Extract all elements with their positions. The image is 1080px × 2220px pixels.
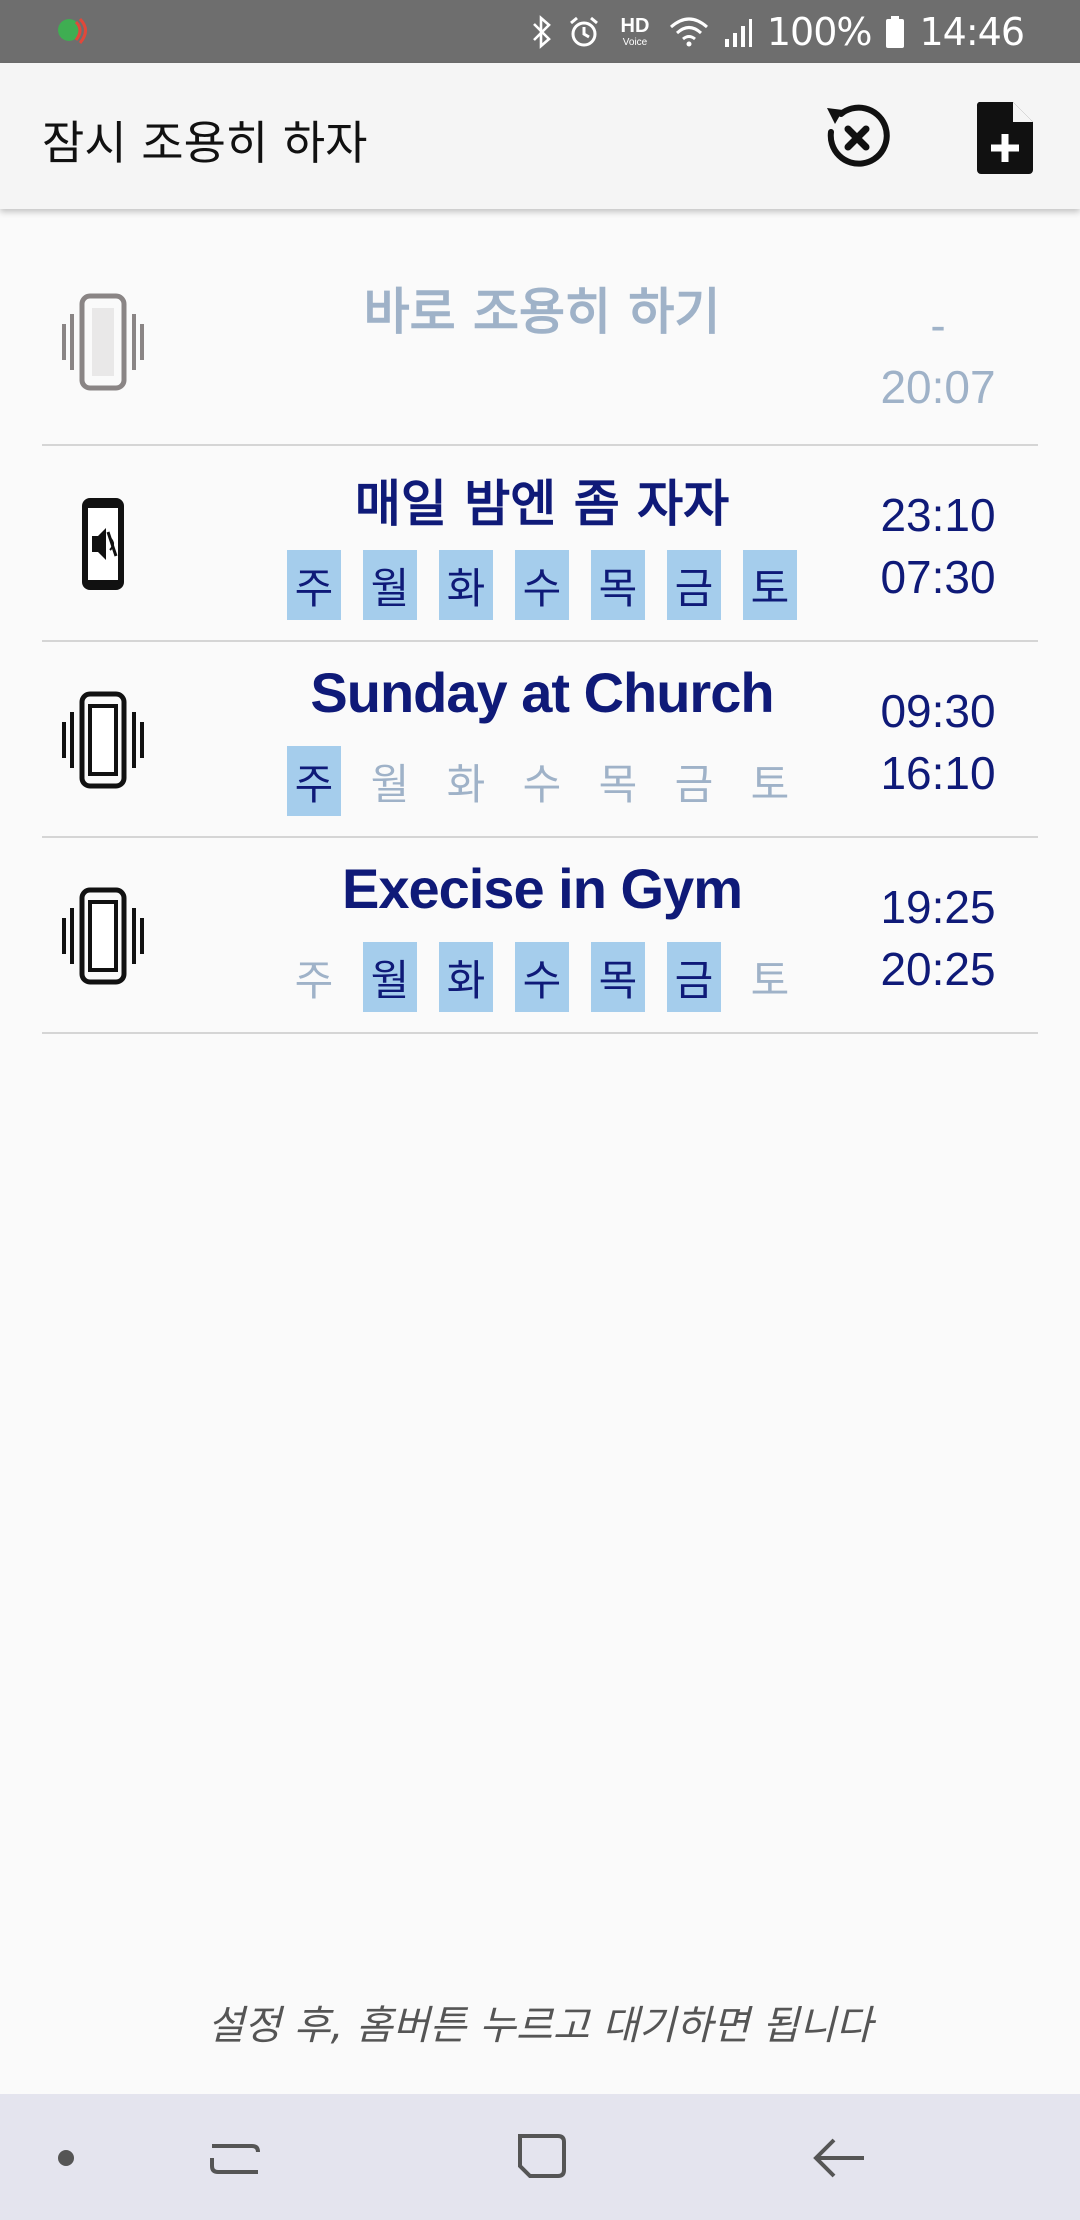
day-sat: 토 [750,955,790,1005]
day-selector: 주 월 화 수 목 금 토 [162,746,922,816]
day-mon: 월 [370,759,410,809]
recent-apps-icon[interactable] [206,2132,266,2184]
day-selector: 주 월 화 수 목 금 토 [162,550,922,620]
footer-hint: 설정 후, 홈버튼 누르고 대기하면 됩니다 [207,2003,873,2049]
day-sat: 토 [750,759,790,809]
schedule-title: 바로 조용히 하기 [363,283,721,341]
day-wed: 수 [522,759,562,809]
day-sun: 주 [294,955,334,1005]
add-file-icon [976,102,1033,174]
day-selector: 주 월 화 수 목 금 토 [162,942,922,1012]
home-icon[interactable] [510,2132,570,2184]
vibrate-phone-icon [62,887,144,985]
reset-button[interactable] [812,93,902,183]
schedule-title: Execise in Gym [341,857,743,920]
schedule-times: 09:30 16:10 [868,680,1008,804]
schedule-item-instant[interactable]: 바로 조용히 하기 - 20:07 [42,210,1038,446]
day-thu: 목 [598,759,638,809]
svg-text:Voice: Voice [623,37,648,48]
day-sat: 토 [743,550,797,620]
schedule-title: 매일 밤엔 좀 자자 [354,475,730,533]
navigation-bar [0,2094,1080,2220]
status-time: 14:46 [919,9,1025,54]
day-tue: 화 [439,942,493,1012]
end-time: 20:25 [880,943,996,995]
app-title: 잠시 조용히 하자 [42,116,368,170]
add-schedule-button[interactable] [960,93,1050,183]
vibrate-phone-icon [62,691,144,789]
back-icon[interactable] [810,2132,870,2184]
end-time: 07:30 [880,551,996,603]
day-fri: 금 [667,942,721,1012]
day-mon: 월 [363,550,417,620]
app-notification-icon [58,17,87,44]
day-wed: 수 [515,550,569,620]
battery-percent: 100% [766,9,873,54]
schedule-item-gym[interactable]: Execise in Gym 주 월 화 수 목 금 토 19:25 20:25 [42,838,1038,1034]
end-time: 16:10 [880,747,996,799]
status-icons: HD Voice 100% 14:46 [531,8,1025,55]
signal-icon [724,18,752,47]
schedule-item-night[interactable]: 매일 밤엔 좀 자자 주 월 화 수 목 금 토 23:10 07:30 [42,446,1038,642]
alarm-icon [569,16,598,46]
reset-cancel-icon [827,104,890,167]
schedule-title: Sunday at Church [310,661,774,724]
hd-voice-icon: HD Voice [620,15,649,48]
schedule-times: 19:25 20:25 [868,876,1008,1000]
schedule-times: - 20:07 [868,294,1008,418]
day-mon: 월 [363,942,417,1012]
day-thu: 목 [591,550,645,620]
bluetooth-icon [532,14,551,49]
start-time: 09:30 [880,685,996,737]
muted-phone-icon [82,498,124,590]
day-fri: 금 [667,550,721,620]
schedule-item-church[interactable]: Sunday at Church 주 월 화 수 목 금 토 09:30 16:… [42,642,1038,838]
dot-icon[interactable] [36,2132,96,2184]
wifi-icon [669,17,708,46]
day-sun: 주 [287,746,341,816]
start-time: 19:25 [880,881,996,933]
start-time: - [930,299,946,351]
start-time: 23:10 [880,489,996,541]
vibrate-phone-icon [62,293,144,391]
status-bar: HD Voice 100% 14:46 [0,0,1080,63]
day-thu: 목 [591,942,645,1012]
app-bar: 잠시 조용히 하자 [0,63,1080,209]
day-tue: 화 [446,759,486,809]
day-fri: 금 [674,759,714,809]
day-sun: 주 [287,550,341,620]
day-wed: 수 [515,942,569,1012]
schedule-list: 바로 조용히 하기 - 20:07 매일 밤엔 좀 자자 주 월 화 수 목 금… [42,210,1038,1034]
end-time: 20:07 [880,361,996,413]
battery-icon [886,15,905,48]
svg-text:HD: HD [620,15,649,37]
schedule-times: 23:10 07:30 [868,484,1008,608]
day-tue: 화 [439,550,493,620]
